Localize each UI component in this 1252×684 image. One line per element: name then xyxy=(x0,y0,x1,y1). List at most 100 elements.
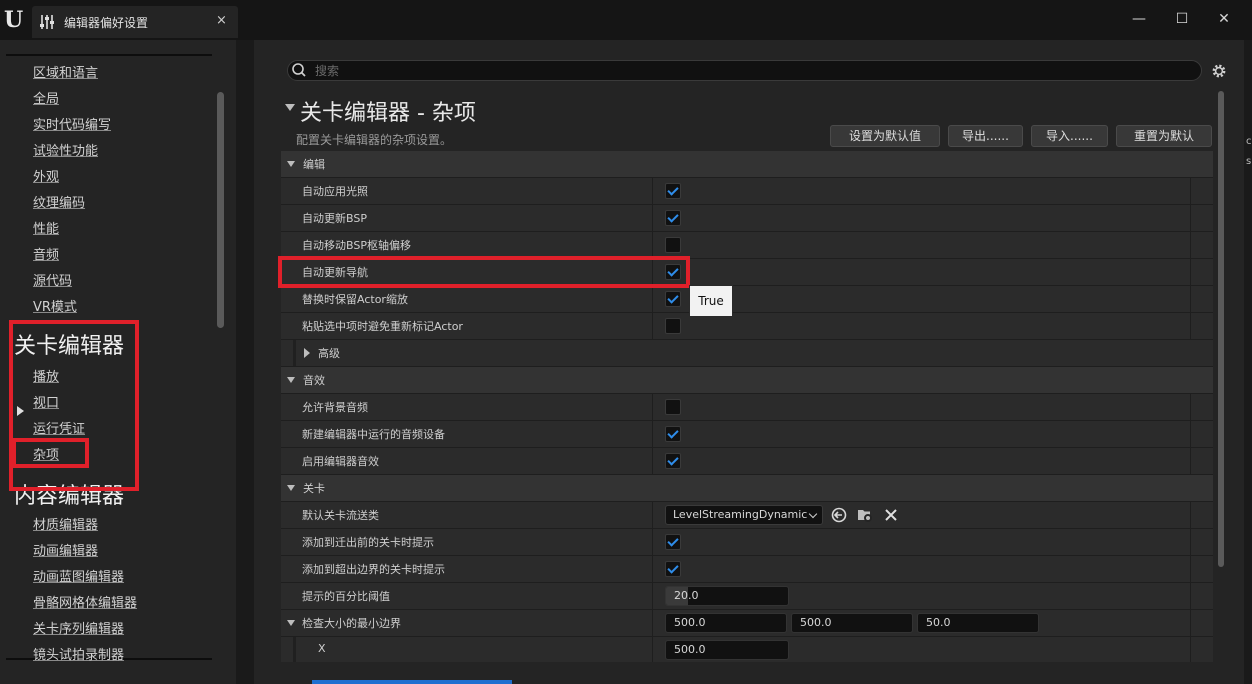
auto-move-bsp-pivot-checkbox[interactable] xyxy=(665,237,681,253)
advanced-label: 高级 xyxy=(318,347,340,360)
property-label: 添加到超出边界的关卡时提示 xyxy=(302,563,445,576)
property-row: 默认关卡流送类 LevelStreamingDynamic xyxy=(281,502,1213,529)
divider xyxy=(6,54,212,56)
section-edit[interactable]: 编辑 xyxy=(281,151,1213,178)
bounds-z-input[interactable]: 50.0 xyxy=(917,613,1039,633)
sidebar-item-region-language[interactable]: 区域和语言 xyxy=(33,62,98,81)
property-row: 自动移动BSP枢轴偏移 xyxy=(281,232,1213,259)
page-description: 配置关卡编辑器的杂项设置。 xyxy=(296,133,453,147)
enable-editor-sounds-checkbox[interactable] xyxy=(665,453,681,469)
sidebar-scrollbar[interactable] xyxy=(217,92,224,328)
property-label: 启用编辑器音效 xyxy=(302,455,379,468)
property-row: 自动应用光照 xyxy=(281,178,1213,205)
search-input[interactable] xyxy=(287,60,1202,81)
allow-background-audio-checkbox[interactable] xyxy=(665,399,681,415)
property-label: 自动应用光照 xyxy=(302,185,368,198)
x-value-input[interactable]: 500.0 xyxy=(665,640,789,660)
sidebar-item-audio[interactable]: 音频 xyxy=(33,244,59,263)
auto-apply-lighting-checkbox[interactable] xyxy=(665,183,681,199)
minimize-button[interactable]: — xyxy=(1128,10,1150,28)
sidebar-item-appearance[interactable]: 外观 xyxy=(33,166,59,185)
sidebar-item-source-code[interactable]: 源代码 xyxy=(33,270,72,289)
property-row: X 500.0 xyxy=(281,637,1213,662)
section-title: 音效 xyxy=(303,374,325,387)
property-row: 替换时保留Actor缩放 xyxy=(281,286,1213,313)
chevron-down-icon xyxy=(808,509,818,519)
import-button[interactable]: 导入...... xyxy=(1031,125,1108,147)
tab-title: 编辑器偏好设置 xyxy=(64,16,149,30)
close-window-button[interactable]: ✕ xyxy=(1213,10,1235,28)
highlight-box-auto-update-nav xyxy=(278,256,690,288)
search-icon xyxy=(292,63,306,77)
expand-caret-icon xyxy=(304,348,310,358)
clipped-text: c xyxy=(1246,136,1252,147)
property-label: X xyxy=(318,642,326,655)
sliders-icon xyxy=(40,15,54,29)
set-as-default-button[interactable]: 设置为默认值 xyxy=(830,125,940,147)
section-title: 编辑 xyxy=(303,158,325,171)
expand-caret-icon[interactable] xyxy=(287,620,295,626)
maximize-button[interactable]: ☐ xyxy=(1171,10,1193,28)
prompt-move-level-checkbox[interactable] xyxy=(665,534,681,550)
property-row: 启用编辑器音效 xyxy=(281,448,1213,475)
bounds-x-input[interactable]: 500.0 xyxy=(665,613,787,633)
use-selected-icon[interactable] xyxy=(830,506,848,524)
prompt-out-of-bounds-checkbox[interactable] xyxy=(665,561,681,577)
section-caret-icon xyxy=(287,485,295,491)
keep-actor-scale-checkbox[interactable] xyxy=(665,291,681,307)
property-table: 编辑 自动应用光照 自动更新BSP 自动移动BSP枢轴偏移 自动更新导航 替换时… xyxy=(281,151,1213,662)
property-row: 允许背景音频 xyxy=(281,394,1213,421)
reset-to-default-button[interactable]: 重置为默认 xyxy=(1116,125,1212,147)
property-row: 新建编辑器中运行的音频设备 xyxy=(281,421,1213,448)
highlight-box-misc xyxy=(12,438,89,468)
property-label: 新建编辑器中运行的音频设备 xyxy=(302,428,445,441)
sidebar-item-global[interactable]: 全局 xyxy=(33,88,59,107)
sidebar-item-material-editor[interactable]: 材质编辑器 xyxy=(33,514,98,533)
property-label: 添加到迁出前的关卡时提示 xyxy=(302,536,434,549)
browse-folder-icon[interactable] xyxy=(856,506,874,524)
tooltip: True xyxy=(689,285,733,317)
sidebar-item-take-recorder[interactable]: 镜头试拍录制器 xyxy=(33,644,124,663)
section-level[interactable]: 关卡 xyxy=(281,475,1213,502)
unreal-logo-icon: U xyxy=(4,7,24,33)
section-title: 关卡 xyxy=(303,482,325,495)
input-value: 20.0 xyxy=(674,589,699,602)
section-caret-icon xyxy=(287,161,295,167)
new-pie-audio-device-checkbox[interactable] xyxy=(665,426,681,442)
details-scrollbar[interactable] xyxy=(1218,91,1224,567)
property-row: 粘贴选中项时避免重新标记Actor xyxy=(281,313,1213,340)
sidebar-item-performance[interactable]: 性能 xyxy=(33,218,59,237)
property-label: 自动移动BSP枢轴偏移 xyxy=(302,239,411,252)
bounds-y-input[interactable]: 500.0 xyxy=(791,613,913,633)
percent-threshold-input[interactable]: 20.0 xyxy=(665,586,789,606)
search-placeholder: 搜索 xyxy=(315,64,340,78)
bottom-active-indicator xyxy=(312,680,512,684)
auto-update-bsp-checkbox[interactable] xyxy=(665,210,681,226)
sidebar-item-level-sequence-editor[interactable]: 关卡序列编辑器 xyxy=(33,618,124,637)
clear-icon[interactable] xyxy=(882,506,900,524)
property-row: 自动更新BSP xyxy=(281,205,1213,232)
property-label: 默认关卡流送类 xyxy=(302,509,379,522)
property-label: 替换时保留Actor缩放 xyxy=(302,293,408,306)
gear-icon[interactable] xyxy=(1210,62,1228,80)
level-streaming-class-dropdown[interactable]: LevelStreamingDynamic xyxy=(665,505,823,525)
property-row: 检查大小的最小边界 500.0 500.0 50.0 xyxy=(281,610,1213,637)
sidebar-item-vr-mode[interactable]: VR模式 xyxy=(33,296,77,315)
section-audio[interactable]: 音效 xyxy=(281,367,1213,394)
export-button[interactable]: 导出...... xyxy=(948,125,1023,147)
sidebar-item-texture-encoding[interactable]: 纹理编码 xyxy=(33,192,85,211)
sidebar-item-live-coding[interactable]: 实时代码编写 xyxy=(33,114,111,133)
sidebar-item-skeletal-mesh-editor[interactable]: 骨骼网格体编辑器 xyxy=(33,592,137,611)
property-label: 提示的百分比阈值 xyxy=(302,590,390,603)
sidebar-item-anim-blueprint-editor[interactable]: 动画蓝图编辑器 xyxy=(33,566,124,585)
property-row: 添加到超出边界的关卡时提示 xyxy=(281,556,1213,583)
page-title: 关卡编辑器 - 杂项 xyxy=(300,101,476,126)
advanced-row[interactable]: 高级 xyxy=(281,340,1213,367)
sidebar-item-animation-editor[interactable]: 动画编辑器 xyxy=(33,540,98,559)
property-row: 添加到迁出前的关卡时提示 xyxy=(281,529,1213,556)
collapse-caret-icon[interactable] xyxy=(285,104,295,111)
avoid-relabel-on-paste-checkbox[interactable] xyxy=(665,318,681,334)
tab-editor-preferences[interactable]: 编辑器偏好设置 × xyxy=(32,6,238,38)
sidebar-item-experimental[interactable]: 试验性功能 xyxy=(33,140,98,159)
tab-close-icon[interactable]: × xyxy=(216,13,227,28)
